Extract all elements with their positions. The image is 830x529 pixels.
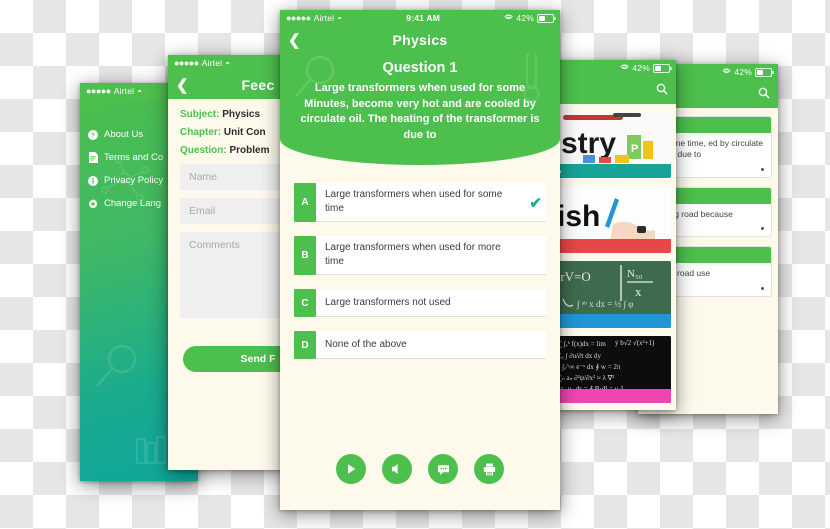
field-value: Problem <box>229 145 270 156</box>
search-icon[interactable] <box>758 87 770 102</box>
back-button[interactable]: ❮ <box>176 78 189 93</box>
option-letter: B <box>294 236 316 276</box>
carrier-label: Airtel <box>201 58 223 68</box>
status-bar: 🗢 42% <box>548 60 676 76</box>
screenshot-canvas: ●●●●● Airtel ◓ ? About Us Terms and Co P… <box>0 0 830 529</box>
status-bar: ●●●●● Airtel ◓ 9:41 AM 🗢 42% <box>280 10 560 26</box>
chat-bubble-icon <box>437 464 449 475</box>
battery-icon <box>537 13 556 23</box>
status-right: 🗢 42% <box>503 10 556 26</box>
list-item[interactable]: -rV=O N₅₀ x ∫ ᵃᵇ x dx = ½ ∫ φ <box>553 261 671 328</box>
field-value: Unit Con <box>223 127 266 138</box>
magnifier-watermark-icon <box>96 344 137 387</box>
battery-label: 42% <box>734 67 752 77</box>
svg-text:E₀ ∫ ∂u/∂t dx dy: E₀ ∫ ∂u/∂t dx dy <box>557 352 601 360</box>
card-dot <box>761 167 764 171</box>
svg-text:ish: ish <box>557 200 600 233</box>
option-letter: C <box>294 289 316 318</box>
question-text: Large transformers when used for some Mi… <box>300 82 540 141</box>
action-toolbar <box>280 454 560 484</box>
svg-text:-rV=O: -rV=O <box>556 269 591 284</box>
svg-text:2 ∫ₒ^∞ e⁻ˣ dx ∮ w = 2π: 2 ∫ₒ^∞ e⁻ˣ dx ∮ w = 2π <box>557 363 621 371</box>
subject-color-bar <box>553 239 671 253</box>
signal-dots-icon: ●●●●● <box>86 86 111 96</box>
list-item[interactable]: stry P y <box>553 111 671 178</box>
nav-bar <box>548 76 676 104</box>
wifi-icon: ◓ <box>137 86 143 96</box>
signal-dots-icon: ●●●●● <box>286 13 311 23</box>
option-letter: D <box>294 331 316 360</box>
page-title: Physics <box>392 32 448 48</box>
subject-color-bar <box>553 389 671 403</box>
svg-text:P: P <box>631 143 638 155</box>
search-icon[interactable] <box>656 83 668 98</box>
gear-icon <box>88 198 98 209</box>
svg-text:ẏ b√2 √(x²+1): ẏ b√2 √(x²+1) <box>615 339 655 347</box>
option-text: Large transformers not used <box>316 289 546 318</box>
answer-option-d[interactable]: D None of the above <box>294 331 546 360</box>
info-circle-icon <box>88 175 98 186</box>
field-value: Physics <box>222 109 261 120</box>
subject-color-bar <box>553 314 671 328</box>
subjects-panel: 🗢 42% stry P ish -rV=O N₅₀ x ∫ ᵃᵇ x dx =… <box>548 60 676 410</box>
card-dot <box>761 286 764 290</box>
answer-option-c[interactable]: C Large transformers not used <box>294 289 546 318</box>
answer-option-b[interactable]: B Large transformers when used for more … <box>294 236 546 276</box>
print-button[interactable] <box>474 454 504 484</box>
sidebar-item-label: Privacy Policy <box>104 175 164 186</box>
physics-question-panel: ●●●●● Airtel ◓ 9:41 AM 🗢 42% ❮ Physics Q… <box>280 10 560 510</box>
option-text: Large transformers when used for more ti… <box>316 236 546 276</box>
list-item[interactable]: ∑ ∫ₐᵇ f(x)dx = lim ẏ b√2 √(x²+1) E₀ ∫ ∂u… <box>553 336 671 403</box>
nav-bar: ❮ Physics <box>280 26 560 54</box>
field-label: Subject: <box>180 109 220 120</box>
field-label: Chapter: <box>180 127 222 138</box>
carrier-label: Airtel <box>313 13 335 23</box>
question-header: Question 1 Large transformers when used … <box>280 54 560 166</box>
sidebar-item-label: Terms and Co <box>104 152 164 163</box>
answer-option-a[interactable]: A Large transformers when used for some … <box>294 183 546 223</box>
list-item[interactable]: ish <box>553 186 671 253</box>
play-button[interactable] <box>336 454 366 484</box>
subject-color-bar <box>553 164 671 178</box>
answer-options-list: A Large transformers when used for some … <box>280 165 560 360</box>
clock-label: 9:41 AM <box>406 13 440 23</box>
svg-text:?: ? <box>91 132 95 139</box>
signal-dots-icon: ●●●●● <box>174 58 199 68</box>
svg-text:N₅₀: N₅₀ <box>627 268 643 280</box>
svg-text:∫ ᵃᵇ x dx = ½ ∫ φ: ∫ ᵃᵇ x dx = ½ ∫ φ <box>576 299 633 310</box>
carrier-label: Airtel <box>113 86 135 96</box>
document-icon <box>88 152 98 163</box>
bluetooth-icon: 🗢 <box>721 66 732 76</box>
printer-icon <box>483 463 495 475</box>
check-icon: ✔ <box>529 194 542 212</box>
help-circle-icon: ? <box>88 129 98 140</box>
option-letter: A <box>294 183 316 223</box>
back-button[interactable]: ❮ <box>288 33 301 48</box>
sidebar-item-label: Change Lang <box>104 198 162 209</box>
option-text: None of the above <box>316 331 546 360</box>
sidebar-item-label: About Us <box>104 129 144 140</box>
status-right: 🗢 42% <box>721 64 774 80</box>
battery-icon <box>653 63 672 73</box>
field-label: Question: <box>180 145 227 156</box>
battery-icon <box>755 67 774 77</box>
mute-button[interactable] <box>382 454 412 484</box>
chat-button[interactable] <box>428 454 458 484</box>
battery-label: 42% <box>516 13 534 23</box>
battery-label: 42% <box>632 63 650 73</box>
volume-off-icon <box>392 464 404 474</box>
play-icon <box>348 464 356 474</box>
bluetooth-icon: 🗢 <box>503 12 514 22</box>
svg-text:x: x <box>635 284 642 299</box>
svg-text:∑ ∫ₐᵇ f(x)dx = lim: ∑ ∫ₐᵇ f(x)dx = lim <box>557 340 606 348</box>
subject-card-list: stry P y ish <box>548 104 676 410</box>
bluetooth-icon: 🗢 <box>619 62 630 72</box>
option-text: Large transformers when used for some ti… <box>316 183 546 223</box>
status-right: 🗢 42% <box>619 60 672 76</box>
question-title: Question 1 <box>382 60 458 76</box>
svg-text:∑ₙ aₙ ∂²ψ/∂x² ≈ λ ∇²: ∑ₙ aₙ ∂²ψ/∂x² ≈ λ ∇² <box>557 374 614 382</box>
